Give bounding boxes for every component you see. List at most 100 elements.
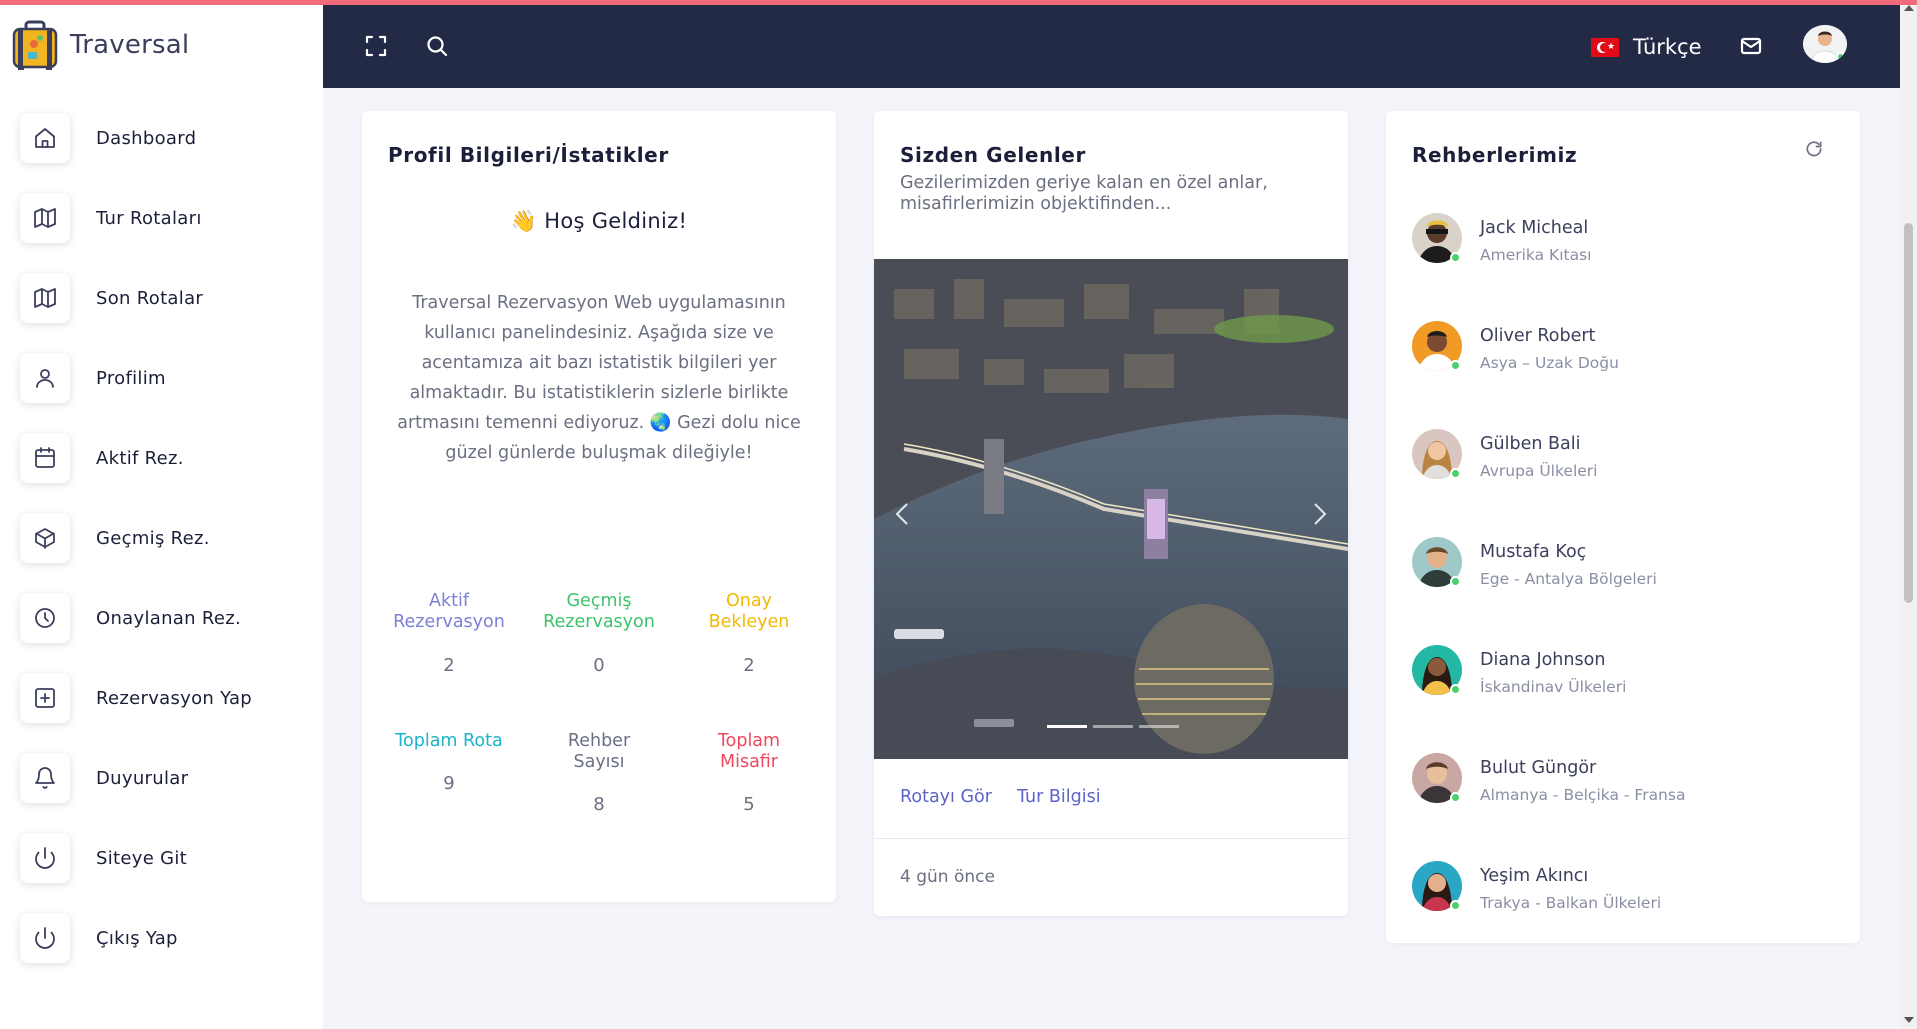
plus-square-icon [20,673,70,723]
calendar-icon [20,433,70,483]
stat-label-past-reservations: Geçmiş Rezervasyon [543,591,655,632]
photo-carousel[interactable] [874,259,1348,759]
sidebar-item-label: Geçmiş Rez. [96,527,210,549]
refresh-icon [1806,141,1822,157]
fullscreen-button[interactable] [361,31,391,61]
card-description: Gezilerimizden geriye kalan en özel anla… [900,173,1268,214]
sidebar-item-active-reservations[interactable]: Aktif Rez. [20,418,252,498]
sidebar-item-label: Onaylanan Rez. [96,607,242,629]
language-selector[interactable]: ★ Türkçe [1591,29,1702,65]
online-status-dot [1450,900,1461,911]
brand-name: Traversal [70,30,190,60]
online-status-dot [1450,252,1461,263]
brand[interactable]: Traversal [12,20,189,70]
carousel-prev-button[interactable] [888,499,918,529]
search-button[interactable] [422,31,452,61]
guide-region: Avrupa Ülkeleri [1480,462,1598,480]
guide-name: Bulut Güngör [1480,758,1597,778]
box-icon [20,513,70,563]
refresh-button[interactable] [1804,139,1828,163]
page-scrollbar[interactable] [1900,0,1917,1029]
welcome-description: Traversal Rezervasyon Web uygulamasının … [397,293,801,463]
stat-label-pending-approval: Onay Bekleyen [708,591,790,632]
sidebar-nav: Dashboard Tur Rotaları Son Rotalar Profi… [20,98,252,978]
guide-item[interactable]: Gülben Bali Avrupa Ülkeleri [1412,429,1832,489]
guides-card: Rehberlerimiz Jack Micheal Amerika Kıtas… [1386,111,1860,943]
scroll-up-arrow[interactable] [1904,5,1914,11]
sidebar-item-recent-routes[interactable]: Son Rotalar [20,258,252,338]
guide-item[interactable]: Mustafa Koç Ege - Antalya Bölgeleri [1412,537,1832,597]
guide-name: Gülben Bali [1480,434,1581,454]
messages-button[interactable] [1736,31,1766,61]
sidebar-item-profile[interactable]: Profilim [20,338,252,418]
scroll-down-arrow[interactable] [1904,1017,1914,1023]
suitcase-logo-icon [12,20,58,70]
power-icon [20,913,70,963]
online-status-dot [1450,576,1461,587]
guide-name: Oliver Robert [1480,326,1596,346]
guide-item[interactable]: Bulut Güngör Almanya - Belçika - Fransa [1412,753,1832,813]
guide-region: Almanya - Belçika - Fransa [1480,786,1686,804]
carousel-indicator[interactable] [1093,725,1133,728]
stat-value-total-routes: 9 [443,773,455,794]
carousel-indicator[interactable] [1047,725,1087,728]
sidebar-item-past-reservations[interactable]: Geçmiş Rez. [20,498,252,578]
online-status-dot [1450,684,1461,695]
stat-value-pending-approval: 2 [743,655,755,676]
guide-item[interactable]: Diana Johnson İskandinav Ülkeleri [1412,645,1832,705]
carousel-image [874,259,1348,759]
home-icon [20,113,70,163]
sidebar-item-label: Rezervasyon Yap [96,687,253,709]
guide-region: Ege - Antalya Bölgeleri [1480,570,1657,588]
search-icon [427,36,448,57]
chevron-left-icon [895,503,908,525]
sidebar-item-logout[interactable]: Çıkış Yap [20,898,252,978]
sidebar-item-label: Duyurular [96,767,189,789]
stat-value-guide-count: 8 [593,794,605,815]
stat-label-total-routes: Toplam Rota [395,731,503,751]
guide-name: Jack Micheal [1480,218,1589,238]
guide-item[interactable]: Jack Micheal Amerika Kıtası [1412,213,1832,273]
online-status-dot [1450,792,1461,803]
tour-info-link[interactable]: Tur Bilgisi [1017,787,1101,807]
guide-item[interactable]: Oliver Robert Asya – Uzak Doğu [1412,321,1832,381]
top-accent-line [0,0,1917,5]
view-route-link[interactable]: Rotayı Gör [900,787,992,807]
card-title: Sizden Gelenler [900,143,1086,167]
stat-label-total-guests: Toplam Misafir [684,731,814,773]
carousel-indicator[interactable] [1139,725,1179,728]
sidebar-item-make-reservation[interactable]: Rezervasyon Yap [20,658,252,738]
stat-label-active-reservations: Aktif Rezervasyon [393,591,505,632]
sidebar-item-announcements[interactable]: Duyurular [20,738,252,818]
guide-item[interactable]: Yeşim Akıncı Trakya - Balkan Ülkeleri [1412,861,1832,921]
language-label: Türkçe [1633,35,1702,59]
carousel-next-button[interactable] [1304,499,1334,529]
sidebar-item-label: Çıkış Yap [96,927,178,949]
scroll-thumb[interactable] [1904,223,1913,603]
card-title: Rehberlerimiz [1412,143,1578,167]
sidebar-item-label: Profilim [96,367,166,389]
guide-region: İskandinav Ülkeleri [1480,678,1627,696]
top-navbar: ★ Türkçe [323,5,1900,88]
online-status-dot [1450,360,1461,371]
sidebar-item-label: Tur Rotaları [96,207,202,229]
guest-photos-card: Sizden Gelenler Gezilerimizden geriye ka… [874,111,1348,916]
user-avatar[interactable] [1803,25,1847,63]
sidebar-item-dashboard[interactable]: Dashboard [20,98,252,178]
sidebar: Traversal Dashboard Tur Rotaları Son Rot… [0,0,323,1029]
sidebar-item-label: Siteye Git [96,847,188,869]
sidebar-item-approved-reservations[interactable]: Onaylanan Rez. [20,578,252,658]
sidebar-item-go-to-site[interactable]: Siteye Git [20,818,252,898]
stat-label-guide-count: Rehber Sayısı [534,731,664,773]
guide-region: Trakya - Balkan Ülkeleri [1480,894,1662,912]
guide-name: Yeşim Akıncı [1480,866,1589,886]
sidebar-item-label: Dashboard [96,127,197,149]
guide-region: Asya – Uzak Doğu [1480,354,1619,372]
power-icon [20,833,70,883]
chevron-right-icon [1314,503,1327,525]
guide-name: Mustafa Koç [1480,542,1587,562]
sidebar-item-tour-routes[interactable]: Tur Rotaları [20,178,252,258]
stat-label-text: Toplam Misafir [717,731,781,772]
guide-name: Diana Johnson [1480,650,1606,670]
online-status-dot [1450,468,1461,479]
